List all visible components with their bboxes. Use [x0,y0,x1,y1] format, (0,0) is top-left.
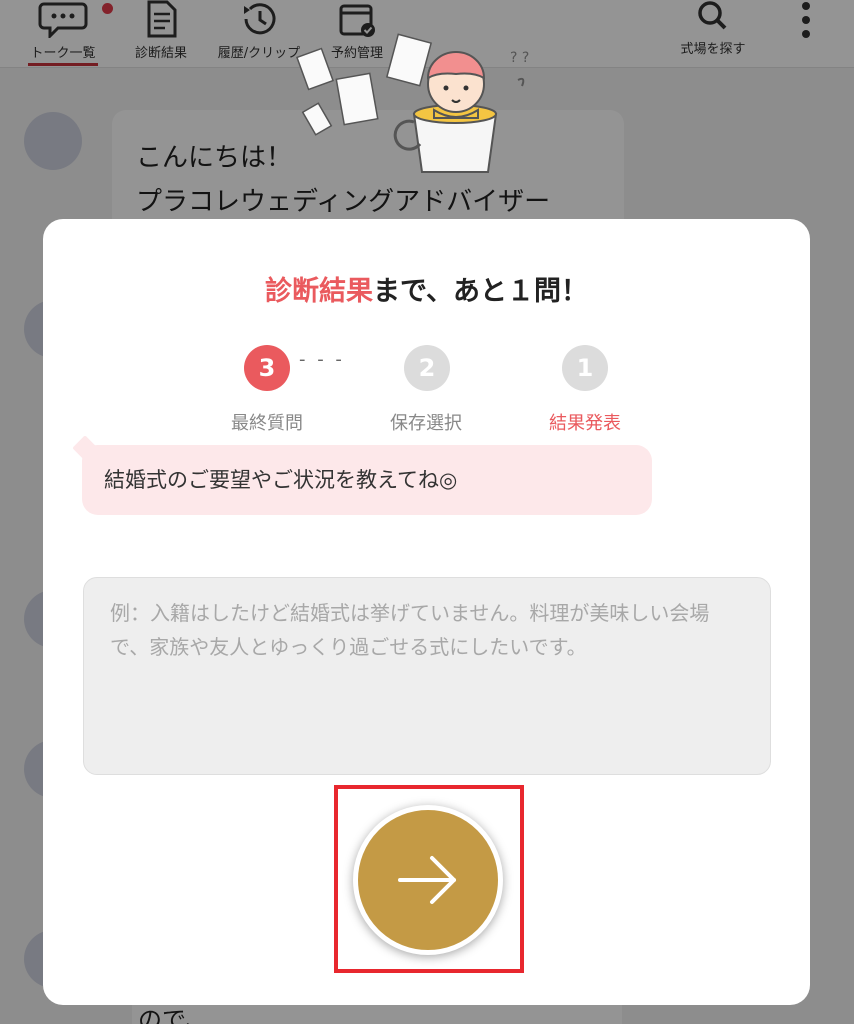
question-bubble: 結婚式のご要望やご状況を教えてね◎ [82,445,652,515]
modal-title-accent: 診断結果 [265,276,374,307]
step-label-result: 結果発表 [549,413,621,434]
modal-title-rest: まで、あと１問！ [373,276,588,307]
next-button[interactable] [353,805,503,955]
step-label-final-question: 最終質問 [231,413,303,434]
step-label-save-select: 保存選択 [390,413,462,434]
svg-text:? ?: ? ? [510,50,529,66]
step-goal-circle: 1 [562,345,608,391]
step-progress-dashes: - - - [299,349,345,370]
modal-title: 診断結果まで、あと１問！ [43,269,810,308]
diagnosis-question-modal: 診断結果まで、あと１問！ 3 - - - 2 1 最終質問 保存選択 結果発表 … [43,219,810,1005]
step-upcoming-circle: 2 [404,345,450,391]
mascot-illustration: ? ? [296,18,566,178]
answer-textarea[interactable] [83,577,771,775]
step-current-circle: 3 [244,345,290,391]
